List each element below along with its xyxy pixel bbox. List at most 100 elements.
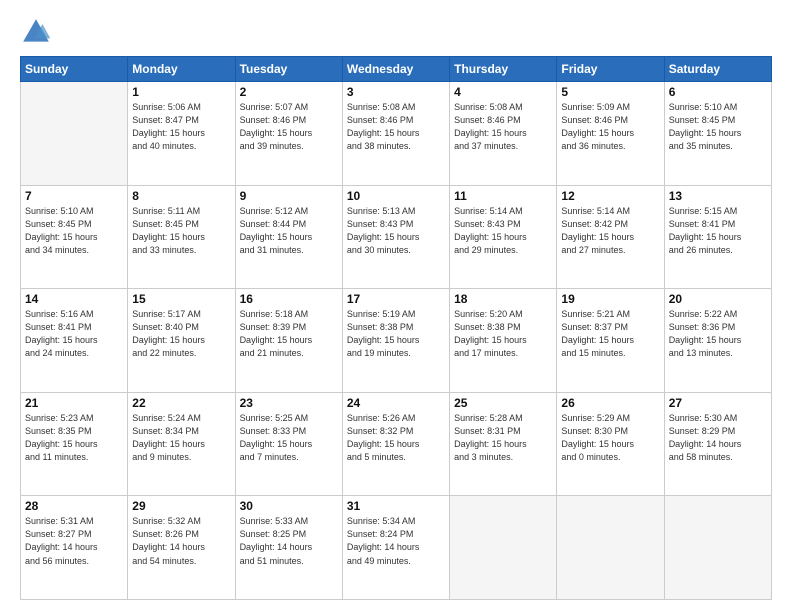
- day-number: 9: [240, 189, 338, 203]
- day-number: 1: [132, 85, 230, 99]
- day-number: 17: [347, 292, 445, 306]
- day-number: 18: [454, 292, 552, 306]
- calendar-day-cell: 29 Sunrise: 5:32 AM Sunset: 8:26 PM Dayli…: [128, 496, 235, 600]
- day-number: 23: [240, 396, 338, 410]
- calendar-table: SundayMondayTuesdayWednesdayThursdayFrid…: [20, 56, 772, 600]
- calendar-day-cell: 8Sunrise: 5:11 AM Sunset: 8:45 PM Daylig…: [128, 185, 235, 289]
- calendar-day-cell: 5Sunrise: 5:09 AM Sunset: 8:46 PM Daylig…: [557, 82, 664, 186]
- calendar-day-cell: 15 Sunrise: 5:17 AM Sunset: 8:40 PM Dayli…: [128, 289, 235, 393]
- day-info: Sunrise: 5:29 AM Sunset: 8:30 PM Dayligh…: [561, 412, 659, 464]
- calendar-header-tuesday: Tuesday: [235, 57, 342, 82]
- calendar-week-3: 14Sunrise: 5:16 AM Sunset: 8:41 PM Dayli…: [21, 289, 772, 393]
- day-info: Sunrise: 5:26 AM Sunset: 8:32 PM Dayligh…: [347, 412, 445, 464]
- calendar-day-cell: 23 Sunrise: 5:25 AM Sunset: 8:33 PM Dayli…: [235, 392, 342, 496]
- day-number: 26: [561, 396, 659, 410]
- day-number: 21: [25, 396, 123, 410]
- day-info: Sunrise: 5:13 AM Sunset: 8:43 PM Dayligh…: [347, 205, 445, 257]
- day-number: 20: [669, 292, 767, 306]
- calendar-day-cell: 14Sunrise: 5:16 AM Sunset: 8:41 PM Dayli…: [21, 289, 128, 393]
- day-info: Sunrise: 5:24 AM Sunset: 8:34 PM Dayligh…: [132, 412, 230, 464]
- calendar-day-cell: 11 Sunrise: 5:14 AM Sunset: 8:43 PM Dayli…: [450, 185, 557, 289]
- calendar-week-5: 28 Sunrise: 5:31 AM Sunset: 8:27 PM Dayli…: [21, 496, 772, 600]
- day-number: 31: [347, 499, 445, 513]
- calendar-header-wednesday: Wednesday: [342, 57, 449, 82]
- calendar-day-cell: 24 Sunrise: 5:26 AM Sunset: 8:32 PM Dayli…: [342, 392, 449, 496]
- day-info: Sunrise: 5:18 AM Sunset: 8:39 PM Dayligh…: [240, 308, 338, 360]
- calendar-day-cell: 10 Sunrise: 5:13 AM Sunset: 8:43 PM Dayli…: [342, 185, 449, 289]
- day-number: 10: [347, 189, 445, 203]
- day-number: 3: [347, 85, 445, 99]
- calendar-day-cell: 4 Sunrise: 5:08 AM Sunset: 8:46 PM Daylig…: [450, 82, 557, 186]
- calendar-day-cell: 1Sunrise: 5:06 AM Sunset: 8:47 PM Daylig…: [128, 82, 235, 186]
- day-number: 12: [561, 189, 659, 203]
- calendar-day-cell: 9 Sunrise: 5:12 AM Sunset: 8:44 PM Daylig…: [235, 185, 342, 289]
- calendar-day-cell: 26 Sunrise: 5:29 AM Sunset: 8:30 PM Dayli…: [557, 392, 664, 496]
- calendar-day-cell: 27Sunrise: 5:30 AM Sunset: 8:29 PM Dayli…: [664, 392, 771, 496]
- day-info: Sunrise: 5:10 AM Sunset: 8:45 PM Dayligh…: [669, 101, 767, 153]
- calendar-day-cell: 20 Sunrise: 5:22 AM Sunset: 8:36 PM Dayli…: [664, 289, 771, 393]
- day-info: Sunrise: 5:10 AM Sunset: 8:45 PM Dayligh…: [25, 205, 123, 257]
- day-number: 6: [669, 85, 767, 99]
- day-number: 2: [240, 85, 338, 99]
- logo: [20, 16, 56, 48]
- day-number: 8: [132, 189, 230, 203]
- day-info: Sunrise: 5:25 AM Sunset: 8:33 PM Dayligh…: [240, 412, 338, 464]
- calendar-day-cell: 3 Sunrise: 5:08 AM Sunset: 8:46 PM Daylig…: [342, 82, 449, 186]
- calendar-header-thursday: Thursday: [450, 57, 557, 82]
- day-info: Sunrise: 5:23 AM Sunset: 8:35 PM Dayligh…: [25, 412, 123, 464]
- day-info: Sunrise: 5:14 AM Sunset: 8:43 PM Dayligh…: [454, 205, 552, 257]
- day-number: 22: [132, 396, 230, 410]
- day-number: 28: [25, 499, 123, 513]
- calendar-day-cell: 19 Sunrise: 5:21 AM Sunset: 8:37 PM Dayli…: [557, 289, 664, 393]
- day-info: Sunrise: 5:14 AM Sunset: 8:42 PM Dayligh…: [561, 205, 659, 257]
- day-info: Sunrise: 5:17 AM Sunset: 8:40 PM Dayligh…: [132, 308, 230, 360]
- day-info: Sunrise: 5:34 AM Sunset: 8:24 PM Dayligh…: [347, 515, 445, 567]
- calendar-day-cell: [450, 496, 557, 600]
- calendar-header-monday: Monday: [128, 57, 235, 82]
- calendar-day-cell: 30 Sunrise: 5:33 AM Sunset: 8:25 PM Dayli…: [235, 496, 342, 600]
- calendar-day-cell: 31 Sunrise: 5:34 AM Sunset: 8:24 PM Dayli…: [342, 496, 449, 600]
- day-number: 5: [561, 85, 659, 99]
- day-info: Sunrise: 5:12 AM Sunset: 8:44 PM Dayligh…: [240, 205, 338, 257]
- calendar-day-cell: 17 Sunrise: 5:19 AM Sunset: 8:38 PM Dayli…: [342, 289, 449, 393]
- calendar-day-cell: 28 Sunrise: 5:31 AM Sunset: 8:27 PM Dayli…: [21, 496, 128, 600]
- day-number: 24: [347, 396, 445, 410]
- day-info: Sunrise: 5:07 AM Sunset: 8:46 PM Dayligh…: [240, 101, 338, 153]
- day-number: 11: [454, 189, 552, 203]
- calendar-week-2: 7 Sunrise: 5:10 AM Sunset: 8:45 PM Daylig…: [21, 185, 772, 289]
- day-number: 4: [454, 85, 552, 99]
- calendar-day-cell: 25Sunrise: 5:28 AM Sunset: 8:31 PM Dayli…: [450, 392, 557, 496]
- day-info: Sunrise: 5:19 AM Sunset: 8:38 PM Dayligh…: [347, 308, 445, 360]
- calendar-day-cell: 18Sunrise: 5:20 AM Sunset: 8:38 PM Dayli…: [450, 289, 557, 393]
- page: SundayMondayTuesdayWednesdayThursdayFrid…: [0, 0, 792, 612]
- day-number: 16: [240, 292, 338, 306]
- day-info: Sunrise: 5:21 AM Sunset: 8:37 PM Dayligh…: [561, 308, 659, 360]
- calendar-day-cell: 7 Sunrise: 5:10 AM Sunset: 8:45 PM Daylig…: [21, 185, 128, 289]
- day-number: 15: [132, 292, 230, 306]
- day-info: Sunrise: 5:22 AM Sunset: 8:36 PM Dayligh…: [669, 308, 767, 360]
- header: [20, 16, 772, 48]
- calendar-day-cell: 22 Sunrise: 5:24 AM Sunset: 8:34 PM Dayli…: [128, 392, 235, 496]
- day-info: Sunrise: 5:16 AM Sunset: 8:41 PM Dayligh…: [25, 308, 123, 360]
- calendar-day-cell: 13Sunrise: 5:15 AM Sunset: 8:41 PM Dayli…: [664, 185, 771, 289]
- calendar-week-4: 21 Sunrise: 5:23 AM Sunset: 8:35 PM Dayli…: [21, 392, 772, 496]
- calendar-day-cell: [557, 496, 664, 600]
- day-number: 7: [25, 189, 123, 203]
- day-info: Sunrise: 5:31 AM Sunset: 8:27 PM Dayligh…: [25, 515, 123, 567]
- day-info: Sunrise: 5:08 AM Sunset: 8:46 PM Dayligh…: [347, 101, 445, 153]
- calendar-day-cell: 12 Sunrise: 5:14 AM Sunset: 8:42 PM Dayli…: [557, 185, 664, 289]
- day-info: Sunrise: 5:33 AM Sunset: 8:25 PM Dayligh…: [240, 515, 338, 567]
- calendar-day-cell: 2 Sunrise: 5:07 AM Sunset: 8:46 PM Daylig…: [235, 82, 342, 186]
- calendar-day-cell: [664, 496, 771, 600]
- day-number: 25: [454, 396, 552, 410]
- calendar-day-cell: 6 Sunrise: 5:10 AM Sunset: 8:45 PM Daylig…: [664, 82, 771, 186]
- day-info: Sunrise: 5:08 AM Sunset: 8:46 PM Dayligh…: [454, 101, 552, 153]
- day-number: 30: [240, 499, 338, 513]
- calendar-header-friday: Friday: [557, 57, 664, 82]
- day-info: Sunrise: 5:32 AM Sunset: 8:26 PM Dayligh…: [132, 515, 230, 567]
- calendar-week-1: 1Sunrise: 5:06 AM Sunset: 8:47 PM Daylig…: [21, 82, 772, 186]
- calendar-day-cell: 16 Sunrise: 5:18 AM Sunset: 8:39 PM Dayli…: [235, 289, 342, 393]
- calendar-header-sunday: Sunday: [21, 57, 128, 82]
- day-number: 19: [561, 292, 659, 306]
- day-number: 29: [132, 499, 230, 513]
